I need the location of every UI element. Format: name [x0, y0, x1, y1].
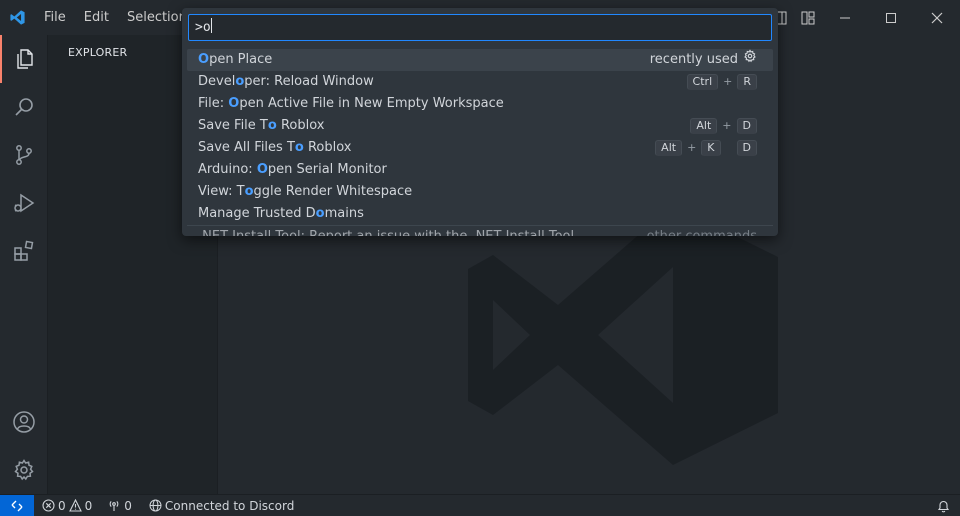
label-text: .NET Install Tool: Report an issue with …	[198, 229, 574, 236]
command-list: Open Place recently used Developer: Reload…	[187, 49, 773, 236]
command-label: Developer: Reload Window	[198, 74, 374, 89]
search-icon[interactable]	[0, 83, 48, 131]
explorer-icon[interactable]	[0, 35, 48, 83]
minimize-icon[interactable]	[822, 0, 868, 35]
match-highlight: o	[235, 74, 245, 89]
command-label: View: Toggle Render Whitespace	[198, 184, 412, 199]
label-text: Arduino:	[198, 162, 257, 177]
command-label: Open Place	[198, 52, 272, 67]
command-label: Save File To Roblox	[198, 118, 324, 133]
label-text: View: T	[198, 184, 245, 199]
error-icon	[42, 499, 55, 512]
manage-gear-icon[interactable]	[0, 446, 48, 494]
remote-indicator-icon[interactable]	[0, 495, 34, 516]
discord-status-text: Connected to Discord	[164, 498, 295, 513]
command-palette: >o Open Place recently used Developer: Rel…	[182, 8, 778, 236]
command-query: >o	[195, 20, 211, 35]
extensions-icon[interactable]	[0, 227, 48, 275]
label-text: mains	[324, 206, 364, 221]
keybinding-key: D	[736, 140, 757, 156]
notifications-bell-icon[interactable]	[937, 495, 950, 516]
command-meta: other commands	[647, 226, 757, 236]
accounts-icon[interactable]	[0, 398, 48, 446]
ports-count: 0	[124, 498, 132, 513]
vscode-watermark-icon	[468, 205, 778, 465]
recently-used-label: recently used	[649, 52, 738, 67]
broadcast-icon	[109, 501, 119, 511]
keybinding-key: Alt	[690, 118, 718, 134]
sidebar-title: EXPLORER	[68, 46, 128, 59]
command-meta: Ctrl + R	[686, 71, 757, 93]
command-label: Manage Trusted Domains	[198, 206, 364, 221]
menu-edit[interactable]: Edit	[75, 0, 118, 35]
keybinding-plus: +	[722, 119, 732, 132]
command-item[interactable]: Open Place recently used	[187, 49, 773, 71]
ports-indicator[interactable]: 0	[97, 495, 137, 516]
command-item[interactable]: .NET Install Tool: Report an issue with …	[187, 225, 773, 236]
match-highlight: o	[315, 206, 325, 221]
activity-bar	[0, 35, 48, 494]
close-icon[interactable]	[914, 0, 960, 35]
globe-icon	[149, 499, 162, 512]
label-text: pen Serial Monitor	[267, 162, 387, 177]
menu-file[interactable]: File	[35, 0, 75, 35]
title-controls	[766, 0, 960, 35]
warning-icon	[68, 499, 82, 512]
match-highlight: o	[267, 118, 277, 133]
match-highlight: o	[244, 184, 254, 199]
match-highlight: o	[294, 140, 304, 155]
label-text: Manage Trusted D	[198, 206, 316, 221]
label-text: Roblox	[276, 118, 325, 133]
match-highlight: O	[228, 96, 240, 111]
run-debug-icon[interactable]	[0, 179, 48, 227]
label-text: pen Place	[209, 52, 273, 67]
command-input[interactable]: >o	[188, 14, 772, 41]
command-item[interactable]: Save All Files To Roblox Alt + K D	[187, 137, 773, 159]
match-highlight: O	[256, 162, 268, 177]
problems-indicator[interactable]: 0 0	[34, 495, 97, 516]
command-item[interactable]: View: Toggle Render Whitespace	[187, 181, 773, 203]
keybinding-key: D	[736, 118, 757, 134]
maximize-icon[interactable]	[868, 0, 914, 35]
keybinding-key: R	[737, 74, 757, 90]
keybinding-plus: +	[687, 141, 697, 154]
label-text: Save All Files T	[198, 140, 295, 155]
menu-bar: File Edit Selection	[35, 0, 196, 35]
text-caret	[210, 18, 212, 33]
label-text: per: Reload Window	[244, 74, 374, 89]
command-meta: recently used	[650, 49, 757, 71]
command-label: File: Open Active File in New Empty Work…	[198, 96, 504, 111]
command-meta: Alt + K D	[655, 137, 757, 159]
other-commands-label: other commands	[647, 226, 757, 236]
command-meta: Alt + D	[690, 115, 757, 137]
label-text: Devel	[198, 74, 236, 89]
keybinding-key: Alt	[655, 140, 683, 156]
label-text: File:	[198, 96, 229, 111]
keybinding-plus: +	[723, 75, 733, 88]
label-text: Roblox	[303, 140, 352, 155]
configure-keybinding-gear-icon[interactable]	[743, 49, 757, 71]
status-bar: 0 0 0 Connected to Discord	[0, 494, 960, 516]
command-label: Save All Files To Roblox	[198, 140, 351, 155]
match-highlight: O	[198, 52, 210, 67]
discord-status[interactable]: Connected to Discord	[137, 495, 299, 516]
label-text: ggle Render Whitespace	[253, 184, 413, 199]
vscode-logo-icon	[0, 0, 35, 35]
error-count: 0	[58, 498, 66, 513]
label-text: pen Active File in New Empty Workspace	[239, 96, 504, 111]
warning-count: 0	[84, 498, 93, 513]
command-label: .NET Install Tool: Report an issue with …	[198, 229, 574, 236]
command-label: Arduino: Open Serial Monitor	[198, 162, 387, 177]
command-item[interactable]: Save File To Roblox Alt + D	[187, 115, 773, 137]
customize-layout-icon[interactable]	[794, 0, 822, 35]
source-control-icon[interactable]	[0, 131, 48, 179]
command-item[interactable]: Developer: Reload Window Ctrl + R	[187, 71, 773, 93]
keybinding-key: K	[701, 140, 721, 156]
command-item[interactable]: Arduino: Open Serial Monitor	[187, 159, 773, 181]
command-item[interactable]: Manage Trusted Domains	[187, 203, 773, 225]
command-item[interactable]: File: Open Active File in New Empty Work…	[187, 93, 773, 115]
label-text: Save File T	[198, 118, 268, 133]
keybinding-key: Ctrl	[686, 74, 719, 90]
